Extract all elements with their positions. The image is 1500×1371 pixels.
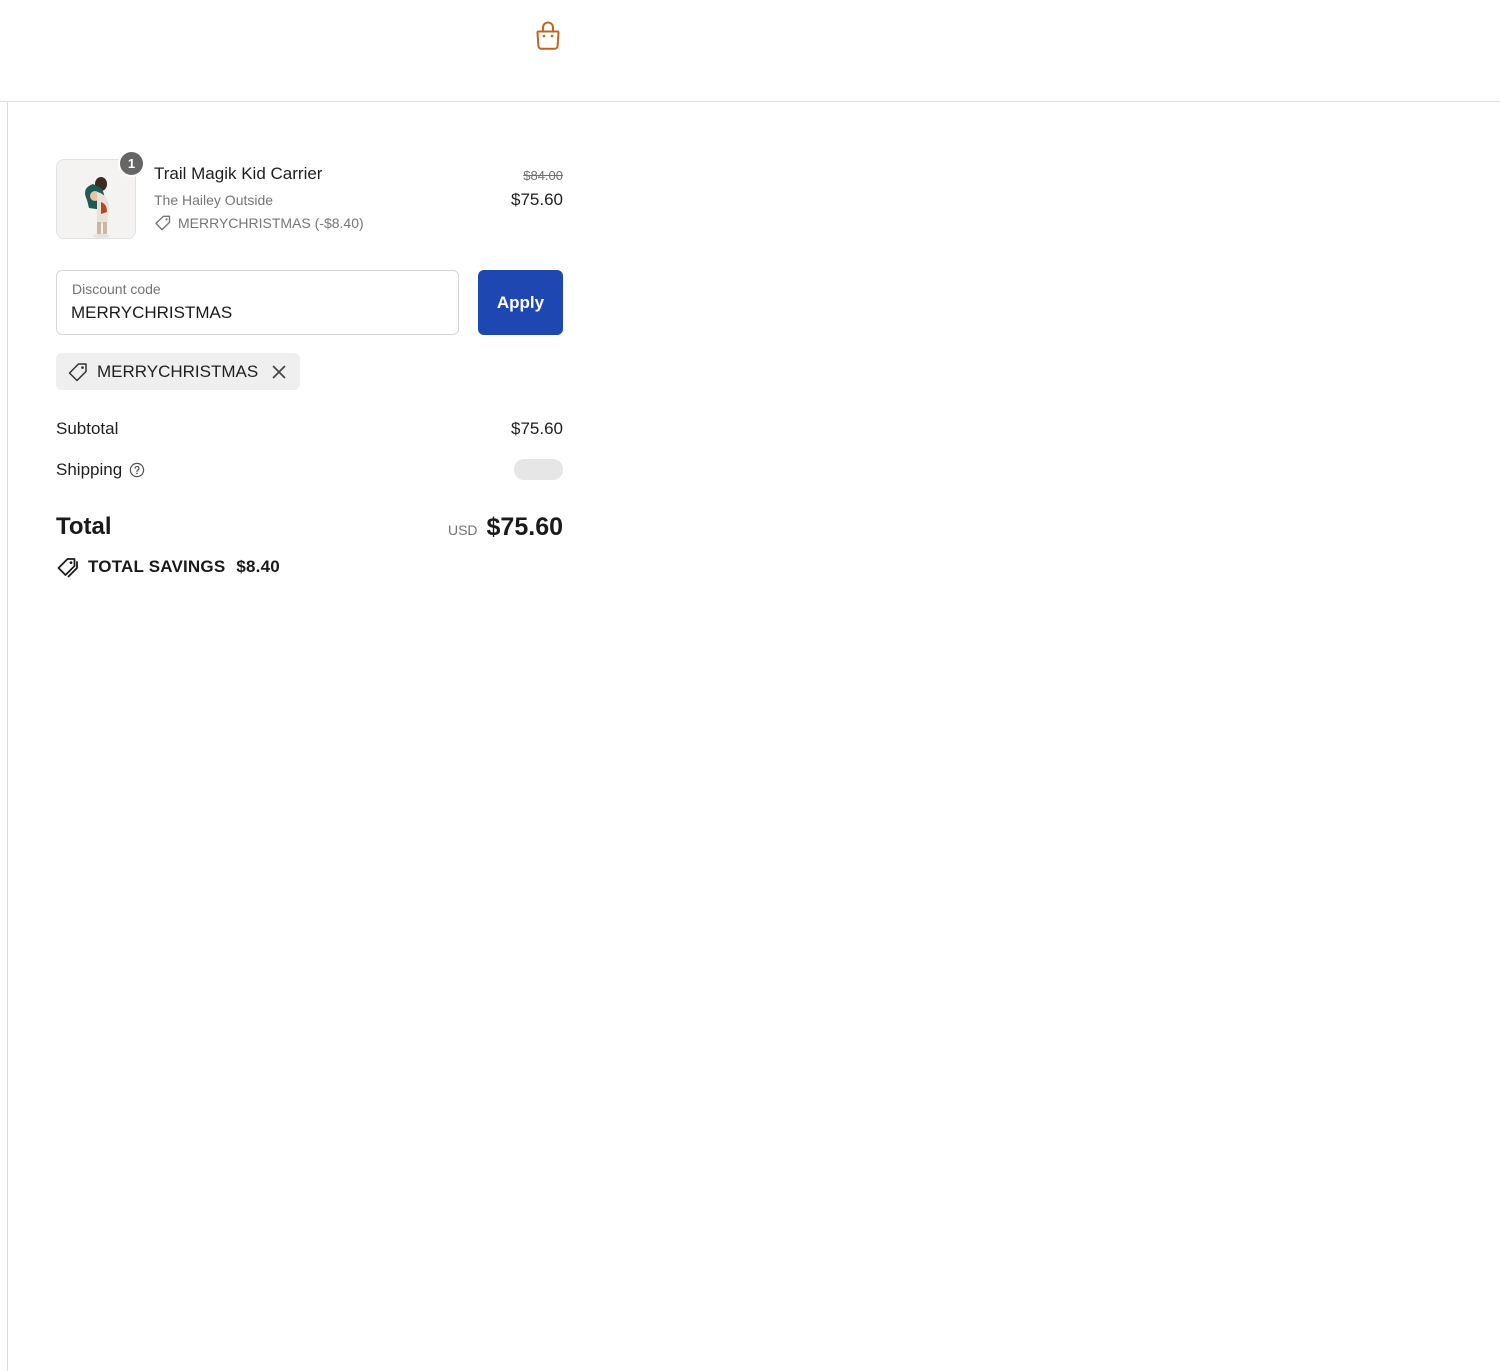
applied-discount-chip: MERRYCHRISTMAS <box>56 353 300 390</box>
total-label: Total <box>56 513 112 540</box>
column-divider <box>7 102 8 1371</box>
tag-icon <box>68 362 87 381</box>
tags-icon <box>57 558 78 578</box>
discount-code-field[interactable]: Discount code <box>56 270 459 335</box>
product-title: Trail Magik Kid Carrier <box>154 164 323 183</box>
discount-code-label: Discount code <box>72 281 161 297</box>
apply-button[interactable]: Apply <box>478 270 563 335</box>
quantity-badge: 1 <box>118 150 145 177</box>
subtotal-label: Subtotal <box>56 419 119 438</box>
compare-at-price: $84.00 <box>523 168 563 183</box>
close-icon[interactable] <box>270 363 288 381</box>
checkout-header <box>0 0 1500 102</box>
shipping-label: Shipping <box>56 460 123 479</box>
shipping-row: Shipping <box>56 460 145 480</box>
line-item-price: $75.60 <box>511 190 563 209</box>
applied-discount-code: MERRYCHRISTMAS <box>97 361 259 381</box>
shopping-bag-icon[interactable] <box>533 20 563 52</box>
shipping-loading-placeholder <box>514 459 563 480</box>
help-circle-icon[interactable] <box>129 462 145 478</box>
tag-icon <box>155 215 171 231</box>
total-savings: TOTAL SAVINGS $8.40 <box>56 556 280 578</box>
currency-code: USD <box>447 522 478 538</box>
total-value: USD $75.60 <box>448 513 563 542</box>
product-vendor: The Hailey Outside <box>154 192 274 208</box>
line-item-discount-text: MERRYCHRISTMAS (-$8.40) <box>178 215 364 231</box>
total-savings-label: TOTAL SAVINGS <box>88 557 226 576</box>
total-amount: $75.60 <box>486 513 563 541</box>
line-item: 1 Trail Magik Kid Carrier The Hailey Out… <box>56 150 563 241</box>
subtotal-value: $75.60 <box>511 419 563 438</box>
total-savings-amount: $8.40 <box>236 557 280 576</box>
line-item-discount: MERRYCHRISTMAS (-$8.40) <box>154 215 364 231</box>
discount-code-input[interactable] <box>71 301 441 325</box>
